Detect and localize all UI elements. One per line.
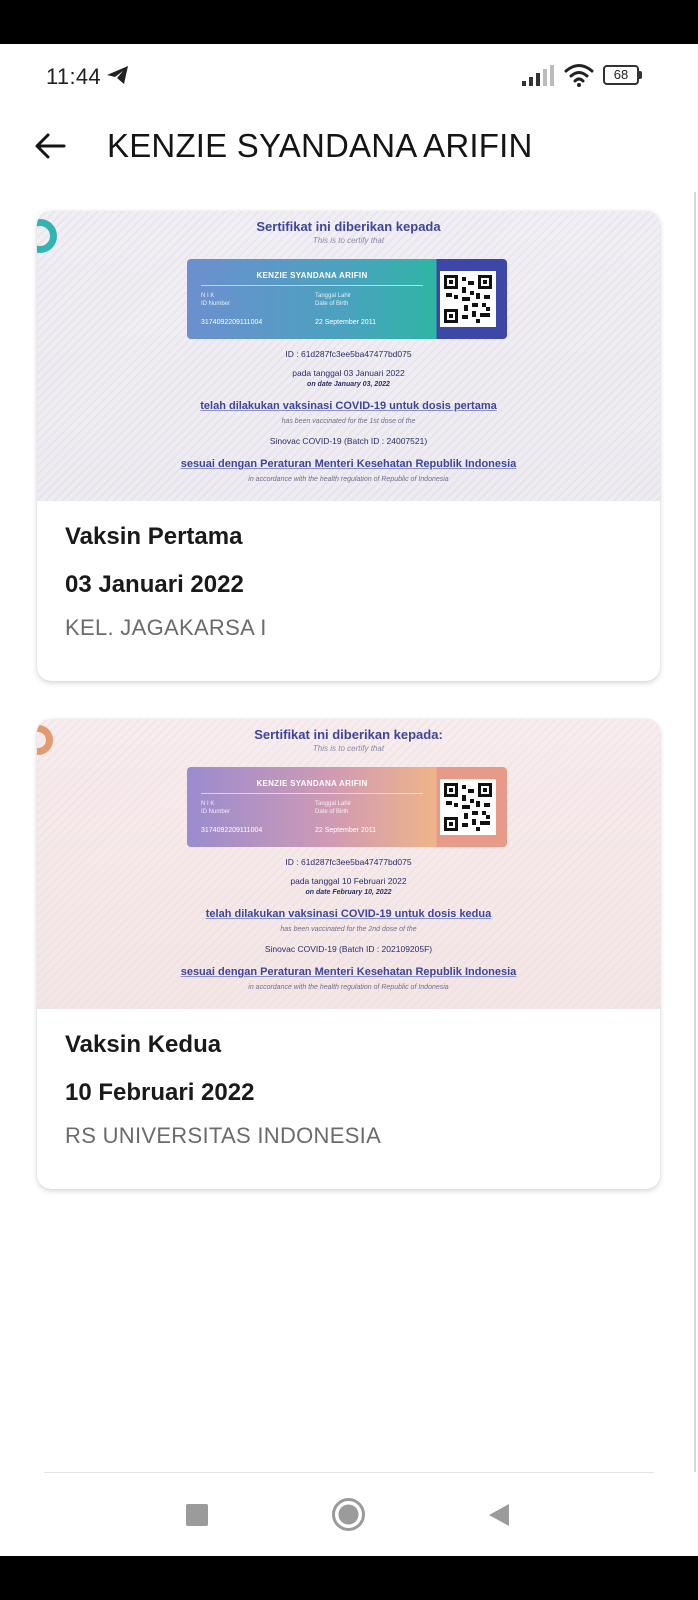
dob-label: Tanggal Lahir [315, 801, 352, 807]
cert-vaccinated-line: telah dilakukan vaksinasi COVID-19 untuk… [205, 908, 492, 920]
wifi-icon [564, 64, 594, 87]
nik-value: 3174092209111004 [201, 827, 263, 834]
page-title: KENZIE SYANDANA ARIFIN [107, 127, 533, 164]
battery-level: 68 [603, 65, 639, 85]
dose-date: 03 Januari 2022 [65, 571, 244, 598]
dose-place: RS UNIVERSITAS INDONESIA [65, 1123, 382, 1148]
cert-heading-en: This is to certify that [312, 744, 385, 753]
nav-divider [44, 1472, 654, 1473]
dob-value: 22 September 2011 [315, 319, 376, 326]
certificate-preview[interactable]: Sertifikat ini diberikan kepada This is … [37, 211, 660, 501]
back-icon[interactable] [487, 1502, 511, 1528]
status-time: 11:44 [46, 64, 101, 89]
cert-date-en: on date February 10, 2022 [305, 889, 392, 896]
qr-code-icon [440, 271, 496, 327]
nik-label-en: ID Number [201, 301, 231, 307]
cert-regulation: sesuai dengan Peraturan Menteri Kesehata… [180, 458, 517, 470]
cert-id: ID : 61d287fc3ee5ba47477bd075 [285, 349, 412, 359]
dob-value: 22 September 2011 [315, 827, 376, 834]
dob-label-en: Date of Birth [315, 809, 349, 815]
status-bar: 11:44 68 [0, 44, 698, 106]
dob-label-en: Date of Birth [315, 301, 349, 307]
cert-vaccinated-line-en: has been vaccinated for the 1st dose of … [281, 418, 416, 425]
home-icon[interactable] [331, 1497, 366, 1532]
cert-vaccine-batch: Sinovac COVID-19 (Batch ID : 24007521) [269, 436, 428, 446]
nik-label: N I K [201, 801, 215, 807]
scroll-indicator [694, 192, 696, 1472]
system-nav-bar [0, 1480, 698, 1556]
bottom-black-bar [0, 1556, 698, 1600]
telegram-icon [107, 66, 128, 84]
holder-name: KENZIE SYANDANA ARIFIN [256, 779, 368, 788]
back-button[interactable] [30, 126, 70, 166]
id-card: KENZIE SYANDANA ARIFIN N I K ID Number 3… [187, 767, 507, 847]
nik-value: 3174092209111004 [201, 319, 263, 326]
dose-date: 10 Februari 2022 [65, 1079, 255, 1106]
nik-label: N I K [201, 293, 215, 299]
dose-place: KEL. JAGAKARSA I [65, 615, 267, 640]
cert-heading-en: This is to certify that [312, 236, 385, 245]
vaccine-card-first[interactable]: Sertifikat ini diberikan kepada This is … [37, 211, 660, 681]
dob-label: Tanggal Lahir [315, 293, 352, 299]
cert-date: pada tanggal 03 Januari 2022 [292, 368, 405, 378]
dose-title: Vaksin Kedua [65, 1031, 222, 1058]
cert-regulation-en: in accordance with the health regulation… [248, 984, 449, 991]
qr-code-icon [440, 779, 496, 835]
recent-apps-icon[interactable] [186, 1504, 208, 1526]
cert-vaccinated-line-en: has been vaccinated for the 2nd dose of … [280, 926, 417, 933]
cert-regulation-en: in accordance with the health regulation… [248, 476, 449, 483]
arrow-left-icon [35, 133, 66, 159]
certificate-preview[interactable]: Sertifikat ini diberikan kepada: This is… [37, 719, 660, 1009]
holder-name: KENZIE SYANDANA ARIFIN [256, 271, 368, 280]
cert-vaccine-batch: Sinovac COVID-19 (Batch ID : 202109205F) [264, 944, 433, 954]
id-card: KENZIE SYANDANA ARIFIN N I K ID Number 3… [187, 259, 507, 339]
vaccine-card-second[interactable]: Sertifikat ini diberikan kepada: This is… [37, 719, 660, 1189]
cert-date-en: on date January 03, 2022 [307, 381, 390, 388]
dose-title: Vaksin Pertama [65, 523, 243, 550]
signal-icon [522, 65, 554, 86]
cert-heading: Sertifikat ini diberikan kepada: [254, 727, 443, 742]
app-bar: KENZIE SYANDANA ARIFIN [0, 106, 698, 186]
top-black-bar [0, 0, 698, 44]
nik-label-en: ID Number [201, 809, 231, 815]
cert-id: ID : 61d287fc3ee5ba47477bd075 [285, 857, 412, 867]
cert-vaccinated-line: telah dilakukan vaksinasi COVID-19 untuk… [200, 400, 497, 412]
cert-heading: Sertifikat ini diberikan kepada [256, 219, 441, 234]
cert-regulation: sesuai dengan Peraturan Menteri Kesehata… [180, 966, 517, 978]
battery-icon: 68 [603, 65, 643, 85]
cert-date: pada tanggal 10 Februari 2022 [290, 876, 407, 886]
